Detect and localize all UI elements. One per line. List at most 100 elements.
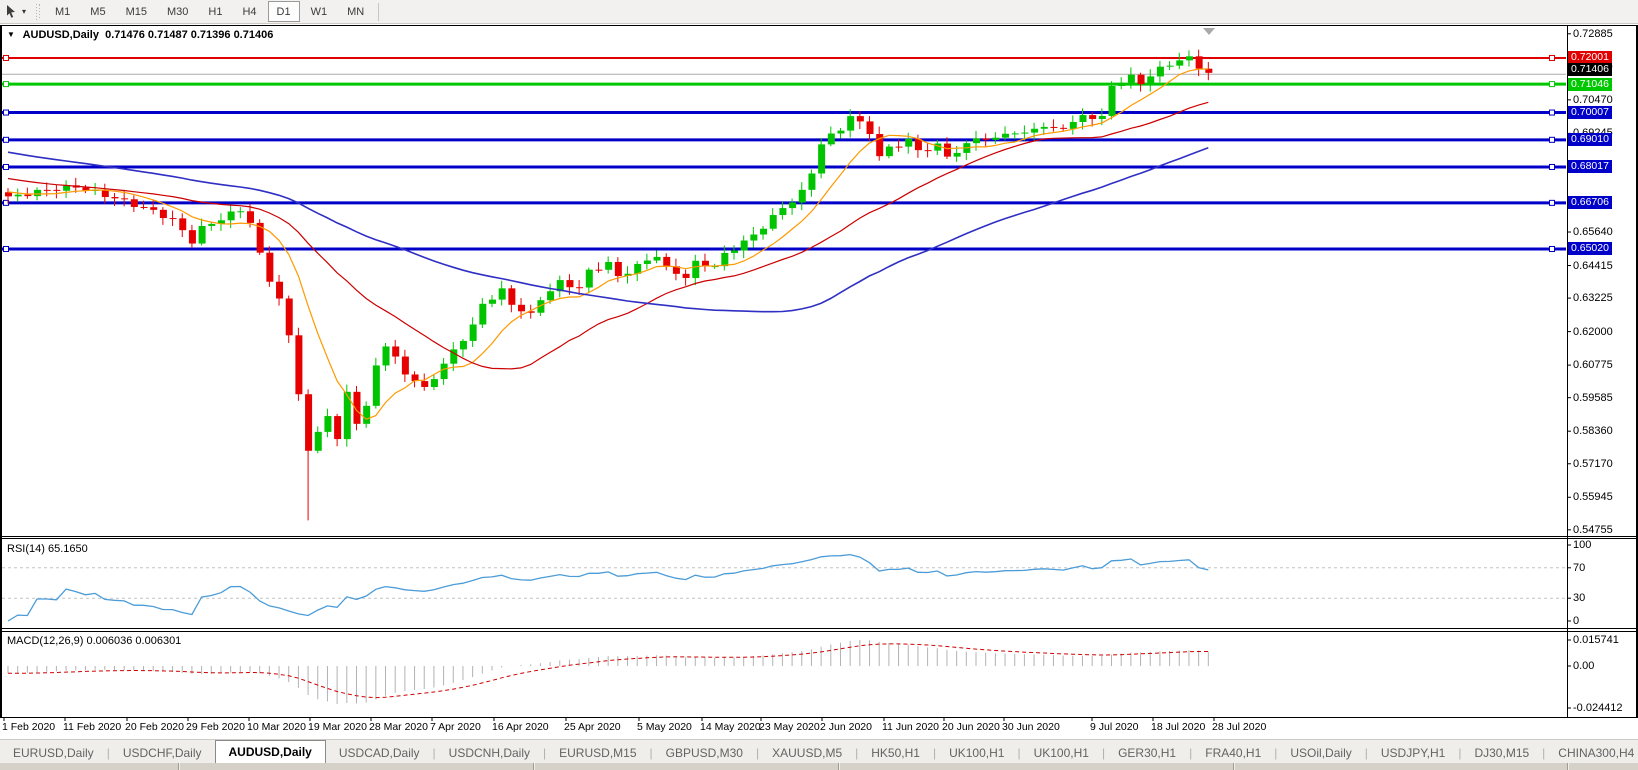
timeframe-button-M5[interactable]: M5 bbox=[81, 1, 114, 22]
candle-body bbox=[479, 304, 486, 325]
price-level-label: 0.68017 bbox=[1568, 160, 1612, 173]
candle-body bbox=[286, 299, 293, 336]
candle-body bbox=[925, 150, 932, 151]
timeframe-button-M15[interactable]: M15 bbox=[117, 1, 156, 22]
chart-tab-UK100-H1[interactable]: UK100,H1 bbox=[936, 743, 1017, 764]
chart-tab-FRA40-H1[interactable]: FRA40,H1 bbox=[1192, 743, 1274, 764]
date-axis-label: 7 Apr 2020 bbox=[430, 721, 481, 733]
candle-body bbox=[847, 116, 854, 131]
main-rsi-separator[interactable] bbox=[0, 536, 1638, 537]
price-axis-tick: 0.60775 bbox=[1573, 359, 1613, 371]
chart-tab-GER30-H1[interactable]: GER30,H1 bbox=[1105, 743, 1189, 764]
chart-tab-XAUUSD-M5[interactable]: XAUUSD,M5 bbox=[759, 743, 855, 764]
cursor-icon bbox=[4, 4, 19, 19]
chart-tab-USDCHF-Daily[interactable]: USDCHF,Daily bbox=[110, 743, 215, 764]
timeframe-button-D1[interactable]: D1 bbox=[268, 1, 300, 22]
price-axis-tick: 0.55945 bbox=[1573, 491, 1613, 503]
date-axis-label: 28 Mar 2020 bbox=[369, 721, 428, 733]
candle-body bbox=[53, 190, 60, 191]
timeframe-button-M30[interactable]: M30 bbox=[158, 1, 197, 22]
candle-body bbox=[692, 261, 699, 278]
candle-body bbox=[131, 199, 138, 207]
timeframe-toolbar: ▾ M1M5M15M30H1H4D1W1MN bbox=[0, 0, 1638, 24]
price-axis-tick: 0.63225 bbox=[1573, 292, 1613, 304]
cursor-tool-button[interactable]: ▾ bbox=[0, 0, 30, 23]
macd-values: 0.006036 0.006301 bbox=[86, 635, 181, 647]
rsi-name: RSI(14) bbox=[7, 543, 45, 555]
chart-symbol-period: AUDUSD,Daily bbox=[23, 29, 99, 41]
chart-tab-DJ30-M15[interactable]: DJ30,M15 bbox=[1461, 743, 1542, 764]
chart-tab-AUDUSD-Daily[interactable]: AUDUSD,Daily bbox=[215, 740, 326, 764]
status-bar bbox=[0, 763, 1638, 770]
chart-frame-bottom bbox=[0, 717, 1638, 718]
date-axis-label: 10 Mar 2020 bbox=[247, 721, 306, 733]
chart-tab-USDCAD-Daily[interactable]: USDCAD,Daily bbox=[326, 743, 433, 764]
candle-body bbox=[566, 280, 573, 287]
line-handle bbox=[4, 164, 9, 169]
candle-body bbox=[315, 432, 322, 451]
chart-ohlc-values: 0.71476 0.71487 0.71396 0.71406 bbox=[105, 29, 273, 41]
candle-body bbox=[654, 257, 661, 261]
candle-body bbox=[1196, 56, 1203, 68]
candle-body bbox=[518, 305, 525, 312]
candle-body bbox=[750, 235, 757, 241]
statusbar-separator bbox=[178, 763, 180, 770]
chart-tab-bar: EURUSD,Daily|USDCHF,DailyAUDUSD,DailyUSD… bbox=[0, 739, 1638, 764]
rsi-pane-top-border bbox=[0, 538, 1638, 539]
chart-tab-EURUSD-Daily[interactable]: EURUSD,Daily bbox=[0, 743, 107, 764]
toolbar-drag-handle[interactable] bbox=[36, 4, 40, 20]
candle-body bbox=[121, 198, 128, 199]
candle-body bbox=[547, 291, 554, 300]
line-handle bbox=[1550, 164, 1555, 169]
chart-tab-USOil-Daily[interactable]: USOil,Daily bbox=[1277, 743, 1364, 764]
candle-body bbox=[1079, 115, 1086, 122]
candle-body bbox=[1050, 127, 1057, 128]
price-chart-canvas[interactable] bbox=[0, 0, 1638, 770]
price-axis-tick: 0.57170 bbox=[1573, 458, 1613, 470]
price-axis-tick: 0.64415 bbox=[1573, 260, 1613, 272]
timeframe-button-H4[interactable]: H4 bbox=[233, 1, 265, 22]
macd-pane-top-border bbox=[0, 631, 1638, 632]
candle-body bbox=[1109, 86, 1116, 116]
chart-tab-UK100-H1[interactable]: UK100,H1 bbox=[1021, 743, 1102, 764]
chart-tab-GBPUSD-M30[interactable]: GBPUSD,M30 bbox=[653, 743, 756, 764]
candle-body bbox=[160, 210, 167, 218]
chart-shift-marker-icon[interactable] bbox=[1203, 28, 1215, 35]
chart-tab-HK50-H1[interactable]: HK50,H1 bbox=[858, 743, 933, 764]
candle-body bbox=[441, 364, 448, 379]
timeframe-button-MN[interactable]: MN bbox=[338, 1, 373, 22]
rsi-macd-separator[interactable] bbox=[0, 628, 1638, 629]
chart-tab-CHINA300-H4[interactable]: CHINA300,H4 bbox=[1545, 743, 1638, 764]
chart-tab-USDCNH-Daily[interactable]: USDCNH,Daily bbox=[436, 743, 543, 764]
candle-body bbox=[683, 274, 690, 278]
timeframe-button-H1[interactable]: H1 bbox=[199, 1, 231, 22]
candle-body bbox=[1157, 67, 1164, 77]
macd-signal-line bbox=[8, 644, 1208, 698]
candle-body bbox=[199, 226, 206, 244]
chart-tab-USDJPY-H1[interactable]: USDJPY,H1 bbox=[1368, 743, 1458, 764]
chart-frame-top bbox=[0, 25, 1638, 26]
date-axis-label: 2 Jun 2020 bbox=[820, 721, 872, 733]
candle-body bbox=[983, 138, 990, 139]
chart-tab-EURUSD-M15[interactable]: EURUSD,M15 bbox=[546, 743, 649, 764]
candle-body bbox=[954, 153, 961, 157]
candle-body bbox=[363, 406, 370, 424]
candle-body bbox=[837, 131, 844, 134]
candle-body bbox=[324, 416, 331, 432]
candle-body bbox=[189, 230, 196, 243]
price-axis-border[interactable] bbox=[1567, 25, 1568, 718]
date-axis-label: 20 Jun 2020 bbox=[942, 721, 1000, 733]
timeframe-button-M1[interactable]: M1 bbox=[46, 1, 79, 22]
candle-body bbox=[867, 121, 874, 134]
rsi-line bbox=[8, 555, 1208, 621]
timeframe-button-W1[interactable]: W1 bbox=[302, 1, 337, 22]
statusbar-separator bbox=[1567, 763, 1569, 770]
date-axis-label: 28 Jul 2020 bbox=[1212, 721, 1266, 733]
candle-body bbox=[896, 147, 903, 148]
collapse-triangle-icon: ▼ bbox=[7, 30, 15, 39]
price-axis-tick: 0.65640 bbox=[1573, 226, 1613, 238]
candle-body bbox=[770, 215, 777, 229]
macd-axis-tick: 0.015741 bbox=[1573, 634, 1619, 646]
statusbar-separator bbox=[1233, 763, 1235, 770]
line-handle bbox=[1550, 82, 1555, 87]
